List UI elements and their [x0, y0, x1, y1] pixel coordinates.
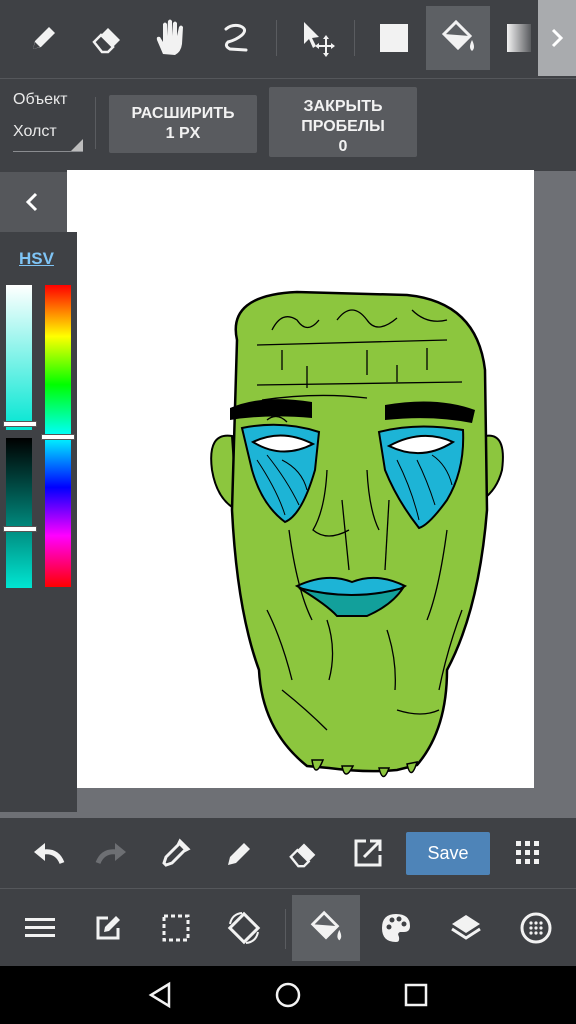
lasso-tool-button[interactable] [204, 6, 268, 70]
redo-button[interactable] [88, 829, 136, 877]
system-nav-bar [0, 966, 576, 1024]
gradient-tool-button[interactable] [490, 6, 538, 70]
recents-nav-button[interactable] [392, 971, 440, 1019]
eraser-button[interactable] [280, 829, 328, 877]
move-icon [304, 22, 335, 57]
layers-button[interactable] [442, 904, 490, 952]
back-triangle-icon [148, 981, 171, 1009]
close-gaps-label-1: ЗАКРЫТЬ [303, 98, 383, 115]
expand-button[interactable]: РАСШИРИТЬ 1 PX [109, 95, 257, 153]
rotate-canvas-button[interactable] [220, 904, 268, 952]
redo-icon [95, 843, 126, 865]
grid-menu-icon [516, 841, 539, 864]
eraser-tool-button[interactable] [76, 6, 140, 70]
artwork [210, 290, 504, 778]
brush-settings-button[interactable] [512, 904, 560, 952]
palette-button[interactable] [372, 904, 420, 952]
expand-button-label: РАСШИРИТЬ [131, 105, 235, 122]
color-mode-tab[interactable]: HSV [19, 249, 54, 269]
hue-slider-handle[interactable] [41, 434, 75, 440]
bucket-menu-button[interactable] [292, 895, 360, 961]
undo-button[interactable] [24, 829, 72, 877]
recents-square-icon [404, 983, 428, 1007]
close-gaps-button[interactable]: ЗАКРЫТЬ ПРОБЕЛЫ 0 [269, 87, 417, 157]
bucket-tool-button[interactable] [426, 6, 490, 70]
pencil-icon [228, 843, 250, 865]
back-nav-button[interactable] [136, 971, 184, 1019]
hand-tool-button[interactable] [140, 6, 204, 70]
export-icon [354, 839, 382, 867]
lasso-icon [224, 23, 248, 52]
toolbar-divider [276, 20, 277, 56]
saturation-slider[interactable] [6, 285, 32, 430]
more-actions-button[interactable] [504, 829, 552, 877]
toolbar-divider [354, 20, 355, 56]
chevron-right-icon [551, 28, 564, 48]
palette-icon [382, 914, 410, 942]
selection-button[interactable] [152, 904, 200, 952]
hand-icon [156, 19, 183, 55]
target-select[interactable]: Холст [13, 123, 83, 152]
selection-icon [162, 914, 190, 942]
action-bar: Save [0, 818, 576, 888]
close-gaps-value: 0 [338, 138, 348, 155]
property-divider [95, 97, 96, 149]
value-slider-handle[interactable] [3, 526, 37, 532]
eraser-icon [289, 843, 316, 868]
target-label: Объект [13, 91, 68, 108]
pencil-button[interactable] [216, 829, 264, 877]
move-tool-button[interactable] [284, 6, 348, 70]
undo-icon [34, 843, 65, 865]
toolbar-more-button[interactable] [538, 0, 576, 76]
pencil-tool-button[interactable] [12, 6, 76, 70]
drawing-canvas[interactable] [67, 170, 534, 788]
edit-button[interactable] [84, 904, 132, 952]
home-nav-button[interactable] [264, 971, 312, 1019]
value-slider[interactable] [6, 438, 32, 588]
eraser-icon [92, 28, 120, 54]
menu-divider [285, 909, 286, 949]
pencil-icon [33, 27, 55, 49]
edit-icon [96, 916, 120, 940]
color-panel: HSV [0, 232, 77, 812]
rotate-icon [227, 911, 261, 945]
saturation-slider-handle[interactable] [3, 420, 37, 427]
layers-icon [451, 915, 481, 940]
menu-icon [25, 918, 55, 937]
expand-button-value: 1 PX [165, 125, 201, 142]
fill-rect-tool-button[interactable] [362, 6, 426, 70]
eyedropper-icon [162, 838, 191, 867]
target-value: Холст [13, 123, 57, 140]
dropdown-corner-icon [71, 139, 83, 151]
gradient-icon [507, 24, 531, 52]
close-gaps-label-2: ПРОБЕЛЫ [301, 118, 385, 135]
home-circle-icon [275, 982, 301, 1008]
export-button[interactable] [344, 829, 392, 877]
eyedropper-button[interactable] [152, 829, 200, 877]
save-button[interactable]: Save [406, 832, 490, 875]
collapse-panel-button[interactable] [0, 172, 67, 232]
chevron-left-icon [25, 192, 38, 212]
menu-bar [0, 888, 576, 967]
main-menu-button[interactable] [16, 904, 64, 952]
bucket-icon [441, 19, 474, 51]
brush-icon [520, 912, 552, 944]
tool-property-bar: Объект Холст РАСШИРИТЬ 1 PX ЗАКРЫТЬ ПРОБ… [0, 78, 576, 171]
top-toolbar [0, 0, 576, 78]
fill-rect-icon [380, 24, 408, 52]
bucket-icon [310, 910, 342, 941]
